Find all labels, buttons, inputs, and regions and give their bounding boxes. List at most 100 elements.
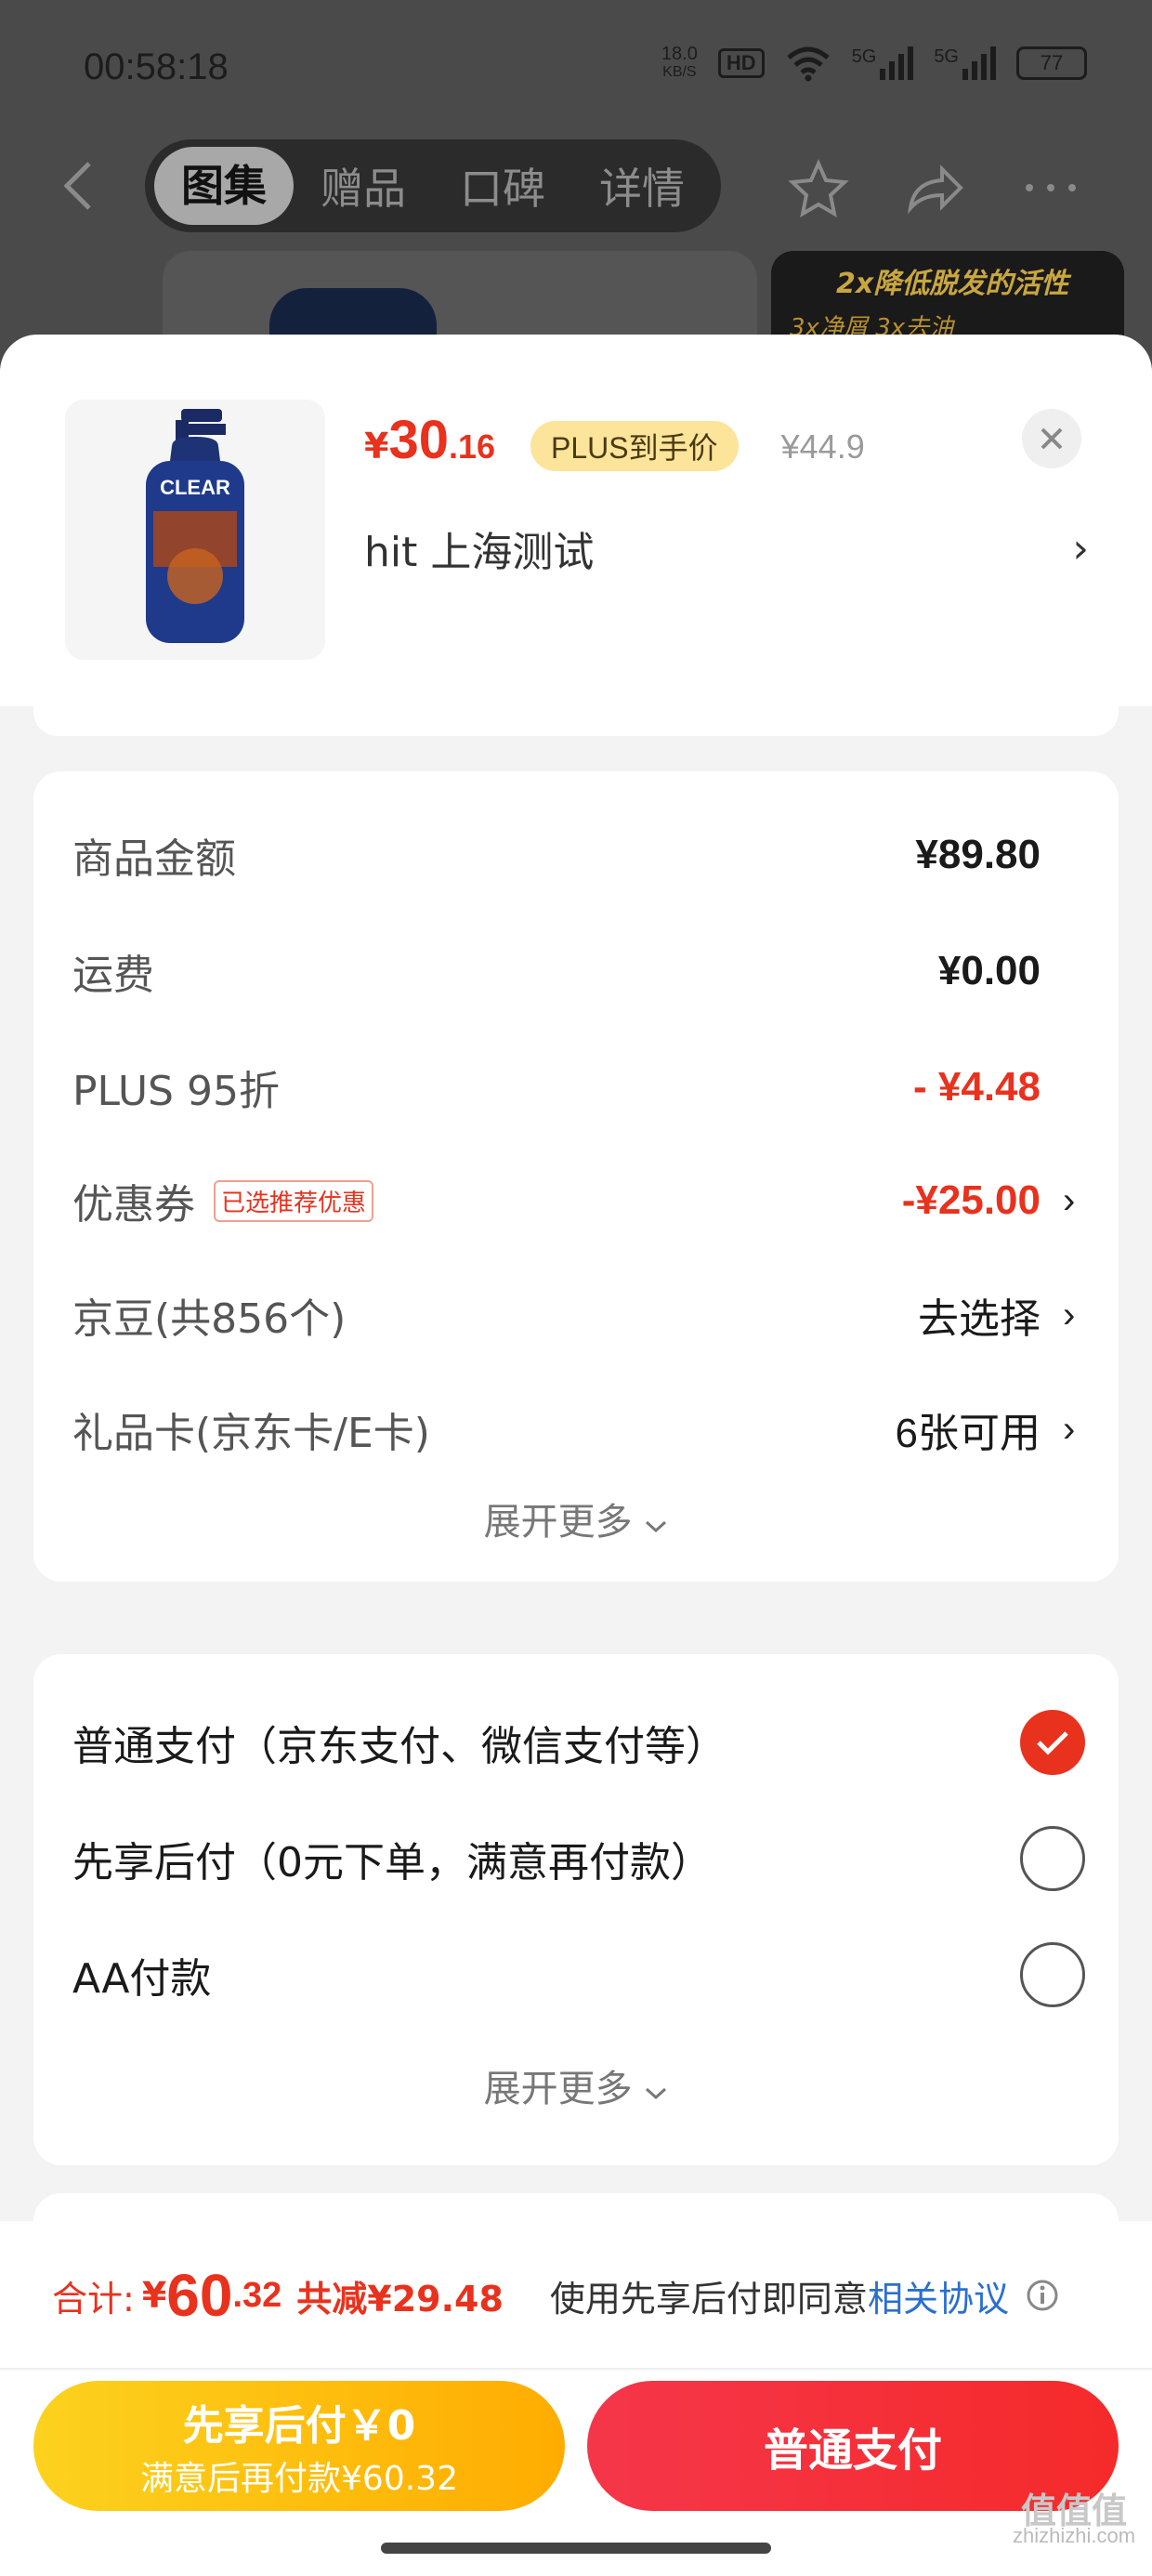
collapsed-card-edge <box>33 699 1119 736</box>
payment-option-label: AA付款 <box>72 1955 212 2003</box>
checkmark-icon <box>1037 1731 1068 1755</box>
chevron-right-icon: › <box>1063 1294 1076 1335</box>
plus-price: ¥ 30 .16 <box>364 409 495 471</box>
product-nav-bar: 图集 赠品 口碑 详情 <box>0 139 1152 232</box>
product-thumbnail: CLEAR <box>65 400 325 660</box>
thumbnail-brand-text: CLEAR <box>160 476 230 499</box>
signal-2-bars-icon <box>962 46 996 80</box>
fee-value: - ¥4.48 <box>913 1064 1085 1111</box>
agreement-link[interactable]: 相关协议 <box>868 2270 1009 2321</box>
chevron-down-icon <box>646 2087 667 2100</box>
fee-label: 礼品卡(京东卡/E卡) <box>72 1410 430 1457</box>
hd-icon: HD <box>717 48 765 78</box>
total-label: 合计: <box>52 2278 135 2320</box>
total-saved: 共减¥29.48 <box>296 2278 504 2320</box>
tab-gallery[interactable]: 图集 <box>154 147 294 225</box>
info-icon[interactable] <box>1026 2279 1059 2312</box>
close-button[interactable] <box>1022 409 1081 468</box>
total-currency: ¥ <box>141 2275 167 2316</box>
checkout-bottom-bar: 合计: ¥ 60 .32 共减¥29.48 使用先享后付即同意 相关协议 先享后… <box>0 2221 1152 2576</box>
wifi-icon <box>786 46 830 82</box>
fee-value: ¥0.00 <box>938 948 1085 994</box>
total-decimal: .32 <box>232 2275 282 2315</box>
background-product-page: 00:58:18 18.0 KB/S HD 5G 5G 77 图集 赠品 口碑 … <box>0 0 1152 390</box>
fee-details-card: 商品金额 ¥89.80 运费 ¥0.00 PLUS 95折 - ¥4.48 优惠… <box>33 771 1119 1582</box>
network-speed: 18.0 KB/S <box>661 45 698 82</box>
close-icon <box>1041 427 1063 450</box>
network-speed-value: 18.0 <box>661 44 698 64</box>
nav-tabs: 图集 赠品 口碑 详情 <box>145 139 721 232</box>
fee-value: ¥89.80 <box>915 832 1085 878</box>
fee-value: -¥25.00 › <box>902 1177 1085 1224</box>
original-price: ¥44.9 <box>780 427 865 466</box>
payment-option-label: 先享后付（0元下单，满意再付款） <box>72 1839 712 1886</box>
chevron-right-icon: › <box>1063 1179 1076 1221</box>
expand-more-label: 展开更多 <box>483 1501 633 1544</box>
address-row[interactable]: hit 上海测试 › <box>364 511 1089 585</box>
fee-row-gift-card[interactable]: 礼品卡(京东卡/E卡) 6张可用 › <box>72 1392 1085 1466</box>
tab-reviews[interactable]: 口碑 <box>433 155 572 217</box>
payment-radio[interactable] <box>1020 1826 1085 1891</box>
banner-line-1: 2x降低脱发的活性 <box>836 268 1069 300</box>
tab-gifts[interactable]: 赠品 <box>294 155 433 217</box>
status-bar: 00:58:18 18.0 KB/S HD 5G 5G 77 <box>0 0 1152 130</box>
pay-later-button-subtitle: 满意后再付款¥60.32 <box>140 2460 458 2498</box>
price-row: ¥ 30 .16 PLUS到手价 ¥44.9 <box>364 409 865 471</box>
fee-row-jd-beans[interactable]: 京豆(共856个) 去选择 › <box>72 1278 1085 1352</box>
coupon-tag: 已选推荐优惠 <box>214 1179 374 1222</box>
signal-2-label: 5G <box>934 46 959 67</box>
fee-label: 京豆(共856个) <box>72 1295 347 1343</box>
status-time: 00:58:18 <box>84 46 229 87</box>
fee-label-wrap: 优惠券 已选推荐优惠 <box>72 1171 374 1230</box>
share-icon[interactable] <box>901 158 966 217</box>
price-decimal: .16 <box>448 427 496 466</box>
sheet-header: CLEAR ¥ 30 .16 PLUS到手价 ¥44.9 hit 上海测试 › <box>0 335 1152 706</box>
divider <box>0 2368 1152 2370</box>
star-icon[interactable] <box>786 158 851 217</box>
price-integer: 30 <box>388 410 449 470</box>
chevron-down-icon <box>646 1520 667 1533</box>
fee-value: 6张可用 › <box>896 1400 1085 1459</box>
fee-value-text: ¥0.00 <box>937 948 1041 993</box>
fee-value-text: - ¥4.48 <box>913 1064 1041 1110</box>
status-icons: 18.0 KB/S HD 5G 5G 77 <box>661 45 1087 82</box>
battery-icon: 77 <box>1016 46 1087 80</box>
signal-2: 5G <box>934 46 996 80</box>
signal-1-bars-icon <box>880 46 914 80</box>
pay-later-button[interactable]: 先享后付￥0 满意后再付款¥60.32 <box>33 2381 565 2511</box>
fee-row-coupon[interactable]: 优惠券 已选推荐优惠 -¥25.00 › <box>72 1163 1085 1238</box>
fee-label: 运费 <box>72 952 154 999</box>
payment-radio-checked[interactable] <box>1020 1710 1085 1775</box>
agreement-text: 使用先享后付即同意 <box>549 2278 868 2320</box>
payment-option-label: 普通支付（京东支付、微信支付等） <box>72 1723 727 1770</box>
expand-more-payments[interactable]: 展开更多 <box>33 2058 1119 2112</box>
more-icon[interactable] <box>1018 158 1083 217</box>
payment-option-aa[interactable]: AA付款 <box>72 1933 1085 2017</box>
back-arrow-icon[interactable] <box>59 160 97 212</box>
fee-row-goods-amount: 商品金额 ¥89.80 <box>72 818 1085 892</box>
shampoo-bottle-image: CLEAR <box>146 409 244 643</box>
fee-value-text: 去选择 <box>918 1296 1041 1342</box>
payment-radio[interactable] <box>1020 1942 1085 2007</box>
expand-more-fees[interactable]: 展开更多 <box>33 1492 1119 1545</box>
fee-row-plus-discount: PLUS 95折 - ¥4.48 <box>72 1050 1085 1124</box>
chevron-right-icon: › <box>1063 1408 1076 1450</box>
normal-pay-button[interactable]: 普通支付 <box>587 2381 1119 2511</box>
fee-value-text: 6张可用 <box>895 1411 1041 1456</box>
plus-price-tag: PLUS到手价 <box>530 421 739 471</box>
fee-value: 去选择 › <box>918 1285 1085 1345</box>
signal-1-label: 5G <box>851 46 877 67</box>
watermark-url: zhizhizhi.com <box>1013 2524 1136 2547</box>
chevron-right-icon: › <box>1072 524 1089 572</box>
pay-later-button-title: 先享后付￥0 <box>182 2402 416 2450</box>
watermark-logo: 值值值 <box>1021 2492 1128 2531</box>
payment-option-pay-later[interactable]: 先享后付（0元下单，满意再付款） <box>72 1817 1085 1900</box>
expand-more-label: 展开更多 <box>483 2068 633 2110</box>
tab-details[interactable]: 详情 <box>572 155 712 217</box>
payment-method-card: 普通支付（京东支付、微信支付等） 先享后付（0元下单，满意再付款） AA付款 展… <box>33 1654 1119 2165</box>
payment-option-normal[interactable]: 普通支付（京东支付、微信支付等） <box>72 1701 1085 1784</box>
watermark: 值值值 zhizhizhi.com <box>1013 2492 1136 2548</box>
home-indicator[interactable] <box>381 2543 771 2554</box>
fee-label: 优惠券 <box>72 1181 195 1229</box>
fee-label: PLUS 95折 <box>72 1068 280 1115</box>
